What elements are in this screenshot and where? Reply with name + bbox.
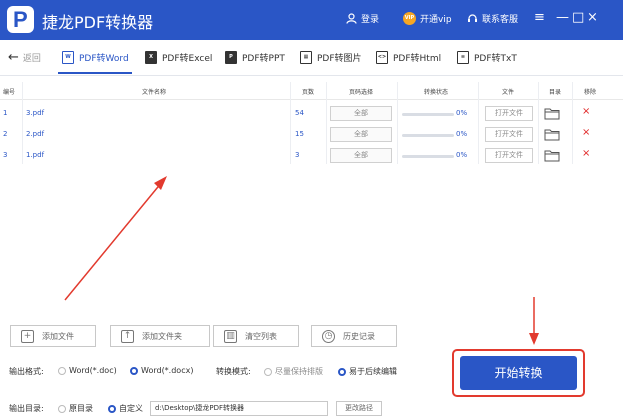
format-docx-option[interactable]: Word(*.docx) <box>130 366 193 375</box>
radio-selected-icon <box>108 404 116 413</box>
history-label: 历史记录 <box>343 331 375 341</box>
add-folder-label: 添加文件夹 <box>142 331 182 341</box>
annotation-arrowhead-table <box>154 176 167 190</box>
radio-selected-icon <box>130 366 138 375</box>
clock-icon: ◷ <box>322 329 335 343</box>
annotation-arrow-table <box>64 181 163 301</box>
annotation-arrowhead-start <box>529 333 539 345</box>
mode-layout-option[interactable]: 尽量保持排版 <box>264 366 323 377</box>
dir-custom-option[interactable]: 自定义 <box>108 403 143 414</box>
output-path-field[interactable]: d:\Desktop\捷龙PDF转换器 <box>150 401 328 416</box>
start-convert-button[interactable]: 开始转换 <box>460 356 577 390</box>
format-label: 输出格式: <box>9 367 44 376</box>
add-file-button[interactable]: + 添加文件 <box>10 325 96 347</box>
directory-label: 输出目录: <box>9 404 44 413</box>
mode-label: 转换模式: <box>216 367 251 376</box>
format-doc-option[interactable]: Word(*.doc) <box>58 366 117 375</box>
add-folder-button[interactable]: ↑ 添加文件夹 <box>110 325 210 347</box>
mode-edit-option[interactable]: 易于后续编辑 <box>338 366 397 377</box>
history-button[interactable]: ◷ 历史记录 <box>311 325 397 347</box>
add-file-icon: + <box>21 329 34 343</box>
radio-icon <box>58 366 66 375</box>
start-button-highlight: 开始转换 <box>452 349 585 397</box>
dir-original-option[interactable]: 原目录 <box>58 403 93 414</box>
radio-icon <box>58 404 66 413</box>
clear-list-button[interactable]: ▥ 清空列表 <box>213 325 299 347</box>
radio-selected-icon <box>338 367 346 376</box>
add-file-label: 添加文件 <box>42 331 74 341</box>
trash-icon: ▥ <box>224 329 237 343</box>
add-folder-icon: ↑ <box>121 329 134 343</box>
radio-icon <box>264 367 272 376</box>
clear-list-label: 清空列表 <box>245 331 277 341</box>
change-path-button[interactable]: 更改路径 <box>336 401 382 416</box>
